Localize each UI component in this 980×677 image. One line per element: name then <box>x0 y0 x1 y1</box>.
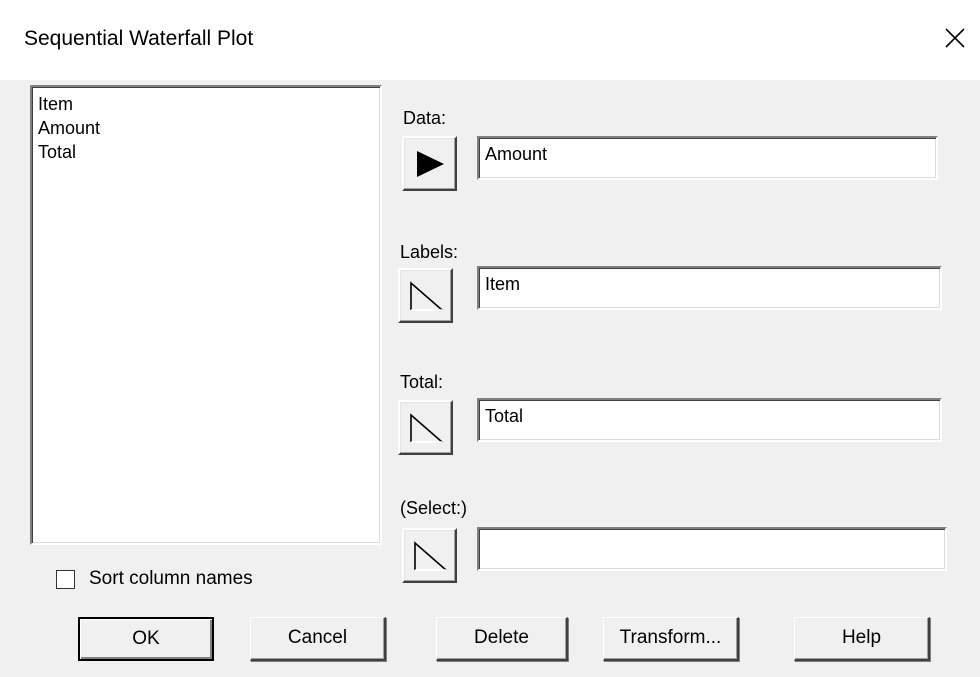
play-arrow-outline-icon <box>413 540 447 571</box>
select-field-input[interactable] <box>477 527 947 571</box>
total-field-label: Total: <box>400 372 444 392</box>
delete-button[interactable]: Delete <box>436 617 568 661</box>
window-title: Sequential Waterfall Plot <box>24 27 254 50</box>
play-arrow-outline-icon <box>409 280 443 311</box>
total-field-input[interactable]: Total <box>477 398 942 442</box>
title-bar: Sequential Waterfall Plot <box>0 0 980 80</box>
labels-field-label: Labels: <box>400 242 459 262</box>
play-arrow-outline-icon <box>409 412 443 443</box>
sort-column-names-option[interactable]: Sort column names <box>56 566 253 592</box>
labels-field-input[interactable]: Item <box>477 266 942 310</box>
sort-column-names-label: Sort column names <box>89 568 253 589</box>
select-select-button[interactable] <box>402 528 457 583</box>
sort-column-names-checkbox[interactable] <box>56 569 75 589</box>
variable-listbox[interactable]: Item Amount Total <box>30 85 382 545</box>
transform-button[interactable]: Transform... <box>603 617 739 661</box>
cancel-button[interactable]: Cancel <box>250 617 386 661</box>
data-field-input[interactable]: Amount <box>477 136 938 180</box>
data-field-label: Data: <box>403 108 447 128</box>
close-button[interactable] <box>938 18 972 58</box>
labels-select-button[interactable] <box>398 268 453 323</box>
close-icon <box>945 28 965 48</box>
data-select-button[interactable] <box>402 136 457 191</box>
list-item[interactable]: Total <box>38 140 374 164</box>
list-item[interactable]: Item <box>38 92 374 116</box>
play-arrow-filled-icon <box>416 150 444 177</box>
help-button[interactable]: Help <box>794 617 930 661</box>
select-field-label: (Select:) <box>400 498 468 518</box>
ok-button[interactable]: OK <box>78 617 214 661</box>
list-item[interactable]: Amount <box>38 116 374 140</box>
total-select-button[interactable] <box>398 400 453 455</box>
